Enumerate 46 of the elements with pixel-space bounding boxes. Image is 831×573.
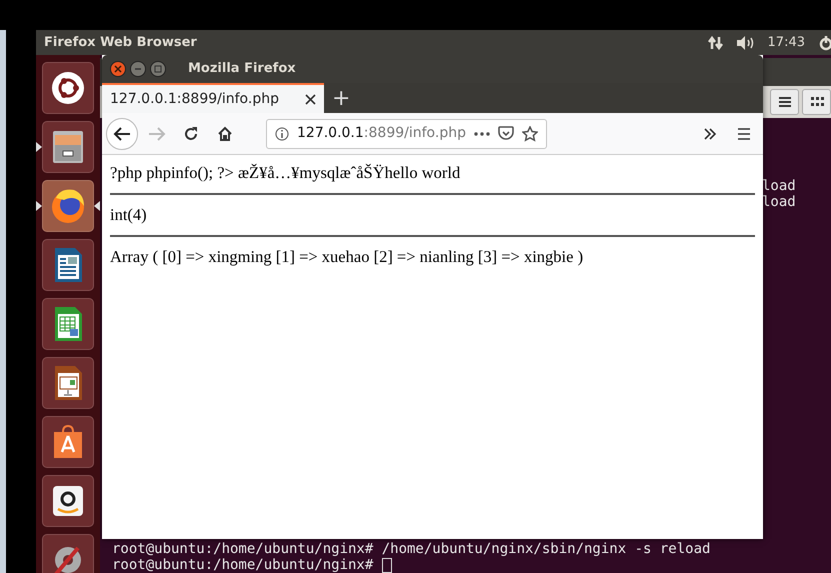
close-icon <box>114 65 122 73</box>
grid-icon <box>810 96 824 108</box>
terminal-text: load <box>762 178 796 194</box>
tab-title: 127.0.0.1:8899/info.php <box>110 90 279 108</box>
launcher-item[interactable] <box>42 298 94 350</box>
new-tab-button[interactable]: + <box>324 83 358 113</box>
url-text: 127.0.0.1:8899/info.php <box>297 124 466 143</box>
forward-arrow-icon <box>148 126 166 142</box>
back-arrow-icon <box>113 126 131 142</box>
minimize-button[interactable] <box>130 61 146 77</box>
pocket-icon[interactable] <box>498 126 514 141</box>
app-title: Firefox Web Browser <box>44 34 197 52</box>
double-chevron-icon <box>703 126 717 140</box>
info-icon[interactable] <box>275 126 289 140</box>
launcher-item[interactable] <box>42 239 94 291</box>
terminal-text: root@ubuntu:/home/ubuntu/nginx# <box>112 557 374 573</box>
network-icon[interactable] <box>708 34 724 50</box>
launcher-item[interactable] <box>42 475 94 527</box>
page-text: int(4) <box>110 204 148 226</box>
launcher-item[interactable] <box>42 62 94 114</box>
reload-icon <box>183 126 199 142</box>
star-icon[interactable] <box>522 126 538 142</box>
back-button[interactable] <box>106 118 138 150</box>
close-button[interactable] <box>305 94 316 104</box>
browser-tab[interactable]: 127.0.0.1:8899/info.php <box>102 83 324 113</box>
terminal-cursor <box>382 558 392 572</box>
terminal-text: root@ubuntu:/home/ubuntu/nginx# /home/ubuntu/nginx/sbin/nginx -s reload <box>112 541 710 557</box>
launcher-item[interactable] <box>42 357 94 409</box>
home-icon <box>217 126 233 142</box>
maximize-button[interactable] <box>150 61 166 77</box>
volume-icon[interactable] <box>736 34 756 50</box>
address-bar[interactable]: 127.0.0.1:8899/info.php <box>266 118 547 148</box>
menu-button[interactable] <box>770 89 799 115</box>
page-text: ?php phpinfo(); ?> æŽ¥å…¥mysqlæˆåŠŸhello world <box>110 162 462 184</box>
terminal-text: load <box>762 194 796 210</box>
menu-icon <box>737 128 751 140</box>
window-title: Mozilla Firefox <box>188 60 296 78</box>
maximize-icon <box>154 65 162 73</box>
close-icon <box>305 94 316 104</box>
power-icon[interactable] <box>817 34 831 50</box>
grid-button[interactable] <box>802 89 831 115</box>
more-icon[interactable] <box>474 132 490 136</box>
launcher-item[interactable] <box>42 416 94 468</box>
menu-icon <box>778 96 792 108</box>
clock[interactable]: 17:43 <box>768 32 805 52</box>
page-text: Array ( [0] => xingming [1] => xuehao [2] => nianling [3] => xingbie ) <box>110 246 584 268</box>
